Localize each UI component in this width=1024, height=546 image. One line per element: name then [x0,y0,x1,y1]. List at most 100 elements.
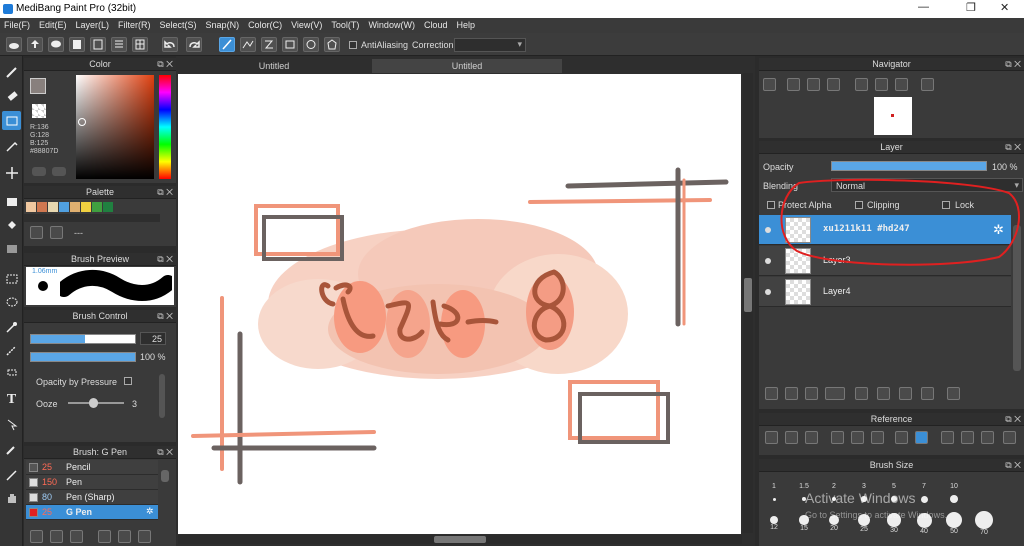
palette-swatch[interactable] [59,202,69,212]
fit-rotate-icon[interactable] [961,431,974,444]
panel-close-icon[interactable]: ⧉ ✕ [1005,459,1021,472]
brush-tool-icon[interactable] [2,62,21,81]
pen-tool-icon[interactable] [2,136,21,155]
fill-rect-tool-icon[interactable] [2,192,21,211]
menu-help[interactable]: Help [452,18,480,30]
brush-item-selected[interactable]: 25 G Pen ✲ [26,505,158,520]
opacity-pressure-checkbox[interactable] [124,377,132,385]
menu-filter[interactable]: Filter(R) [114,18,156,30]
bucket-tool-icon[interactable] [2,216,21,235]
brush-folder-icon[interactable] [118,530,131,543]
magic-wand-tool-icon[interactable] [2,317,21,336]
fit-window-icon[interactable] [807,78,820,91]
merge-layer-icon[interactable] [921,387,934,400]
palette-swatch[interactable] [37,202,47,212]
menu-layer[interactable]: Layer(L) [72,18,115,30]
polyline-tool-icon[interactable] [240,37,256,52]
menu-select[interactable]: Select(S) [156,18,202,30]
rectangle-tool-icon[interactable] [282,37,298,52]
ellipse-tool-icon[interactable] [303,37,319,52]
color-picker-cursor[interactable] [78,118,86,126]
eraser-tool-icon[interactable] [2,86,21,105]
flip-icon[interactable] [921,78,934,91]
gear-icon[interactable]: ✲ [146,506,154,517]
brush-size-option[interactable]: 12 [762,511,786,531]
select-rect-tool-icon[interactable] [2,111,21,130]
panel-close-icon[interactable]: ⧉ ✕ [157,186,173,199]
vertical-scroll-thumb[interactable] [744,278,752,312]
move-tool-icon[interactable] [2,163,21,182]
select-eraser-tool-icon[interactable] [2,362,21,381]
rotate-right-icon[interactable] [895,78,908,91]
duplicate-layer-icon[interactable] [899,387,912,400]
gradient-tool-icon[interactable] [2,239,21,258]
tab-untitled-2[interactable]: Untitled [372,59,562,73]
panel-close-icon[interactable]: ⧉ ✕ [157,446,173,459]
menu-tool[interactable]: Tool(T) [327,18,364,30]
palette-swatch[interactable] [70,202,80,212]
color-slider-icon[interactable] [52,167,66,176]
cloud-reference-icon[interactable] [765,431,778,444]
grid-icon[interactable] [132,37,148,52]
menu-edit[interactable]: Edit(E) [35,18,72,30]
visibility-icon[interactable] [765,289,771,295]
close-reference-icon[interactable] [805,431,818,444]
drawing-canvas[interactable] [178,74,741,534]
primary-color-swatch[interactable] [30,78,46,94]
zoom-in-icon[interactable] [831,431,844,444]
zoom-out-icon[interactable] [871,431,884,444]
brush-opacity-slider[interactable] [30,352,136,362]
menu-window[interactable]: Window(W) [364,18,420,30]
correction-dropdown[interactable]: ▾ [454,38,526,52]
hue-slider[interactable] [159,75,171,179]
brush-list-scrollbar[interactable] [161,470,169,482]
operation-tool-icon[interactable] [2,415,21,434]
horizontal-scroll-thumb[interactable] [434,536,486,543]
list-icon[interactable] [111,37,127,52]
redo-icon[interactable] [186,37,202,52]
brush-item[interactable]: 80 Pen (Sharp) [26,490,158,505]
panel-close-icon[interactable]: ⧉ ✕ [157,310,173,323]
polygon-tool-icon[interactable] [324,37,340,52]
menu-file[interactable]: File(F) [0,18,35,30]
line-tool-icon[interactable] [219,37,235,52]
select-pen-tool-icon[interactable] [2,340,21,359]
cloud-icon[interactable] [6,37,22,52]
comment-icon[interactable] [48,37,64,52]
flip-icon[interactable] [1003,431,1016,444]
brush-size-value[interactable]: 25 [140,332,166,345]
marquee-tool-icon[interactable] [2,269,21,288]
curve-tool-icon[interactable] [261,37,277,52]
ooze-knob[interactable] [89,398,99,408]
layer-up-icon[interactable] [855,387,868,400]
minimize-button[interactable]: — [918,1,929,13]
new-layer-icon[interactable] [765,387,778,400]
zoom-in-icon[interactable] [787,78,800,91]
add-brush-icon[interactable] [30,530,43,543]
layer-opacity-slider[interactable] [831,161,987,171]
layer-row[interactable]: Layer4 [759,277,1011,307]
rotate-left-icon[interactable] [855,78,868,91]
zoom-in-icon[interactable] [763,78,776,91]
palette-swatch[interactable] [81,202,91,212]
tab-untitled-1[interactable]: Untitled [176,59,372,73]
palette-swatch[interactable] [26,202,36,212]
duplicate-brush-icon[interactable] [138,530,151,543]
brush-size-option[interactable]: 7 [912,483,936,503]
palette-swatch[interactable] [103,202,113,212]
panel-close-icon[interactable]: ⧉ ✕ [1005,58,1021,71]
upload-icon[interactable] [27,37,43,52]
add-layer-menu-icon[interactable] [825,387,845,400]
navigator-thumbnail[interactable] [874,97,912,135]
menu-color[interactable]: Color(C) [244,18,287,30]
ooze-slider[interactable] [68,398,124,408]
panel-close-icon[interactable]: ⧉ ✕ [1005,141,1021,154]
fit-rotate-icon[interactable] [875,78,888,91]
undo-icon[interactable] [162,37,178,52]
panel-close-icon[interactable]: ⧉ ✕ [157,58,173,71]
brush-size-slider[interactable] [30,334,136,344]
canvas-vertical-scrollbar[interactable] [743,73,753,533]
brush-control-scrollbar[interactable] [159,374,165,418]
lasso-tool-icon[interactable] [2,293,21,312]
eyedropper-icon[interactable] [895,431,908,444]
